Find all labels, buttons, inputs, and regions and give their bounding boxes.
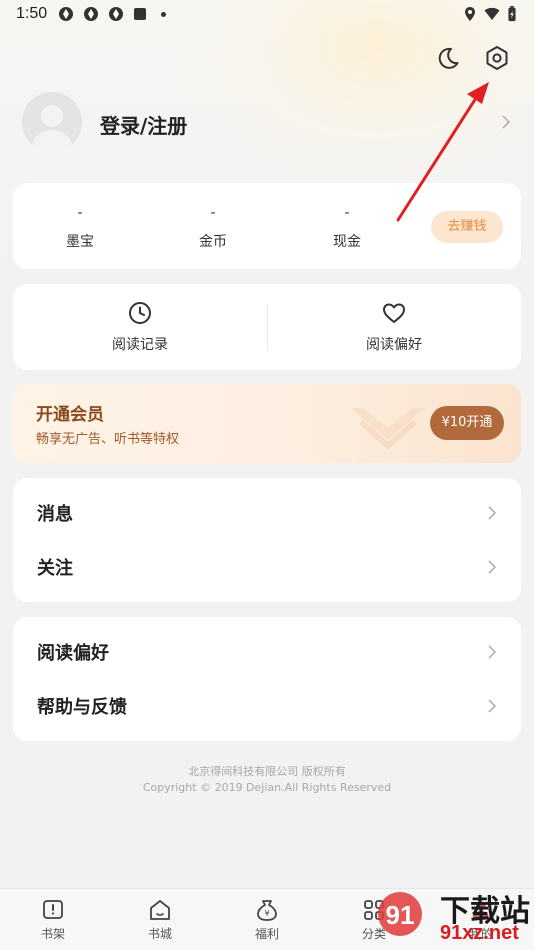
- battery-icon: [508, 6, 516, 22]
- stat-coins[interactable]: - 金币: [163, 205, 263, 251]
- money-bag-icon: ¥: [257, 900, 277, 921]
- stat-cash[interactable]: - 现金: [297, 205, 397, 251]
- stat-label: 墨宝: [66, 234, 94, 250]
- reading-preference-link[interactable]: 阅读偏好: [267, 300, 521, 354]
- tab-label: 福利: [254, 927, 279, 941]
- quick-link-label: 阅读偏好: [366, 337, 422, 353]
- status-bar: 1:50: [0, 0, 534, 28]
- assets-card: - 墨宝 - 金币 - 现金 去赚钱: [13, 183, 521, 269]
- svg-text:¥: ¥: [264, 909, 269, 918]
- stat-label: 现金: [333, 234, 361, 250]
- footer-company: 北京得间科技有限公司 版权所有: [188, 765, 346, 778]
- quick-links-card: 阅读记录 阅读偏好: [13, 284, 521, 370]
- reading-history-link[interactable]: 阅读记录: [13, 300, 267, 354]
- chevron-right-icon: [488, 645, 497, 659]
- stat-value: -: [77, 205, 83, 221]
- tab-welfare[interactable]: ¥ 福利: [237, 897, 297, 942]
- svg-text:91: 91: [386, 900, 415, 930]
- menu-group-messages: 消息 关注: [13, 478, 521, 602]
- bookshelf-icon: [43, 900, 63, 919]
- heart-icon: [383, 303, 405, 323]
- watermark-logo-icon: 91: [378, 892, 422, 936]
- menu-item-follow[interactable]: 关注: [13, 540, 521, 594]
- vip-banner[interactable]: 开通会员 畅享无广告、听书等特权 ¥10开通: [13, 384, 521, 463]
- app-notification-icon: [59, 7, 73, 21]
- vip-title: 开通会员: [36, 405, 104, 425]
- menu-item-help-feedback[interactable]: 帮助与反馈: [13, 679, 521, 733]
- menu-group-settings: 阅读偏好 帮助与反馈: [13, 617, 521, 741]
- status-time: 1:50: [16, 5, 48, 22]
- stat-value: -: [210, 205, 216, 221]
- menu-item-label: 关注: [37, 558, 73, 579]
- chevron-right-icon: [488, 699, 497, 713]
- quick-link-label: 阅读记录: [112, 337, 168, 353]
- stat-mobao[interactable]: - 墨宝: [30, 205, 130, 251]
- notification-square-icon: [134, 8, 146, 20]
- menu-item-reading-preference[interactable]: 阅读偏好: [13, 625, 521, 679]
- profile-chevron-right-icon[interactable]: [501, 114, 511, 130]
- night-mode-moon-icon[interactable]: [434, 44, 462, 72]
- chevron-right-icon: [488, 506, 497, 520]
- stat-label: 金币: [199, 234, 227, 250]
- default-avatar-icon: [30, 105, 74, 152]
- tab-label: 书城: [147, 927, 172, 941]
- menu-item-label: 帮助与反馈: [37, 697, 127, 718]
- tab-bookstore[interactable]: 书城: [130, 897, 190, 942]
- vip-subtitle: 畅享无广告、听书等特权: [36, 432, 180, 447]
- home-icon: [150, 900, 170, 920]
- tab-bookshelf[interactable]: 书架: [23, 897, 83, 942]
- more-notifications-dot-icon: [161, 12, 166, 17]
- login-register-link[interactable]: 登录/注册: [100, 110, 187, 139]
- avatar[interactable]: [22, 92, 82, 152]
- chevron-right-icon: [488, 560, 497, 574]
- app-notification-icon: [84, 7, 98, 21]
- vip-chevron-decoration: [351, 408, 425, 451]
- tab-label: 书架: [40, 927, 65, 941]
- settings-gear-icon[interactable]: [483, 44, 511, 72]
- menu-item-messages[interactable]: 消息: [13, 486, 521, 540]
- stat-value: -: [344, 205, 350, 221]
- app-notification-icon: [109, 7, 123, 21]
- vip-activate-button[interactable]: ¥10开通: [430, 406, 504, 440]
- watermark-domain: 91xz.net: [440, 922, 519, 944]
- footer-copyright: Copyright © 2019 Dejian.All Rights Reser…: [142, 781, 392, 794]
- menu-item-label: 阅读偏好: [37, 643, 109, 664]
- site-watermark: 91 下载站 91xz.net: [366, 884, 534, 950]
- clock-icon: [129, 302, 151, 324]
- wifi-icon: [484, 7, 500, 20]
- menu-item-label: 消息: [37, 504, 73, 525]
- location-icon: [465, 7, 475, 21]
- earn-money-button[interactable]: 去赚钱: [431, 211, 503, 243]
